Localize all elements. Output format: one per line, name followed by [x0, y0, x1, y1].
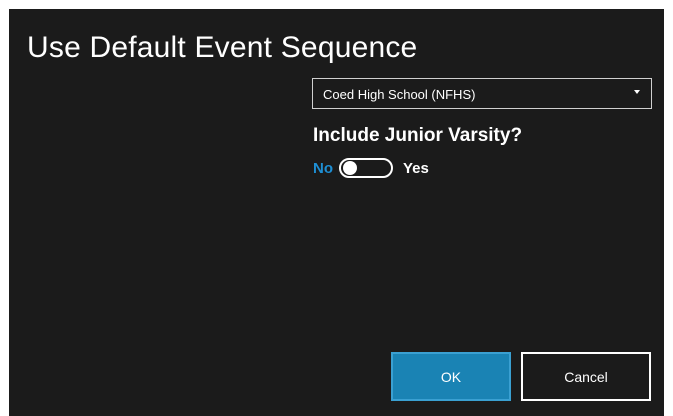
event-sequence-dialog: Use Default Event Sequence Coed High Sch…	[9, 9, 664, 416]
event-sequence-select-value: Coed High School (NFHS)	[323, 87, 476, 102]
event-sequence-select[interactable]: Coed High School (NFHS)	[312, 78, 652, 109]
caret-down-icon	[634, 90, 640, 94]
cancel-button[interactable]: Cancel	[521, 352, 651, 401]
junior-varsity-toggle-row: No Yes	[313, 155, 429, 181]
dialog-title: Use Default Event Sequence	[27, 31, 418, 64]
toggle-no-label: No	[313, 159, 333, 177]
toggle-knob	[343, 161, 357, 175]
toggle-yes-label: Yes	[403, 159, 429, 177]
junior-varsity-toggle[interactable]	[339, 158, 393, 178]
junior-varsity-heading: Include Junior Varsity?	[313, 125, 523, 146]
ok-button[interactable]: OK	[391, 352, 511, 401]
